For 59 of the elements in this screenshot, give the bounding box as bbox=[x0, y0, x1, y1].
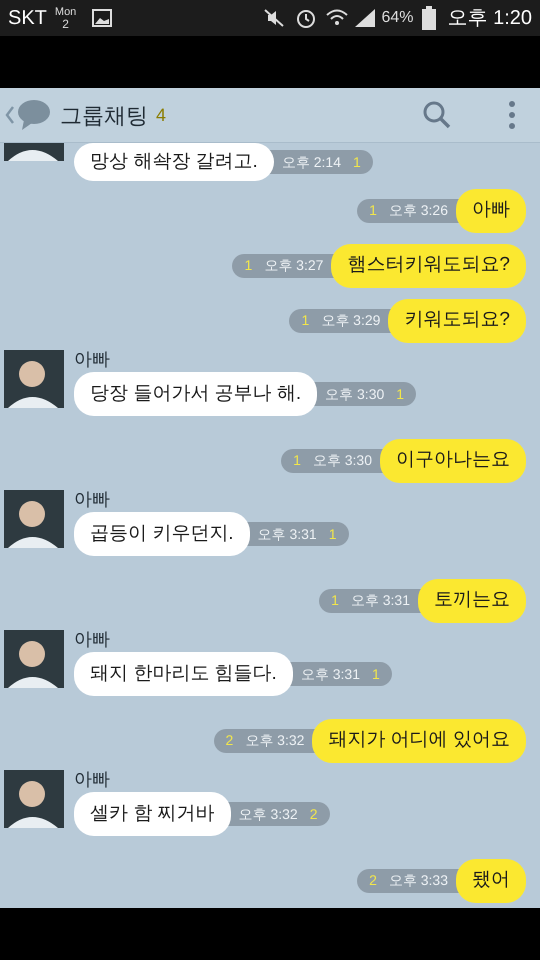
menu-icon[interactable] bbox=[508, 100, 516, 130]
signal-icon bbox=[353, 7, 378, 29]
message-bubble: 이구아나는요 bbox=[380, 438, 526, 482]
message-time: 오후 3:31 bbox=[300, 664, 360, 684]
message-time: 오후 3:32 bbox=[238, 804, 298, 824]
message-time: 오후 3:31 bbox=[350, 591, 410, 610]
message-bubble: 돼지가 어디에 있어요 bbox=[312, 718, 526, 762]
unread-count: 1 bbox=[301, 311, 310, 330]
message-bubble: 돼지 한마리도 힘들다. bbox=[74, 652, 293, 696]
carrier-name: SKT bbox=[8, 6, 47, 31]
battery-icon bbox=[422, 6, 436, 30]
sender-name: 아빠 bbox=[74, 348, 111, 371]
unread-count: 2 bbox=[226, 731, 234, 750]
message-time: 오후 2:14 bbox=[282, 152, 341, 172]
alarm-icon bbox=[295, 7, 318, 29]
avatar-icon[interactable] bbox=[4, 143, 64, 161]
avatar-icon[interactable] bbox=[4, 490, 64, 548]
unread-count: 1 bbox=[293, 451, 301, 470]
unread-count: 1 bbox=[372, 664, 380, 684]
message-time: 오후 3:32 bbox=[245, 731, 304, 750]
date-label: 2 bbox=[62, 18, 69, 30]
unread-count: 1 bbox=[331, 591, 339, 610]
sender-name: 아빠 bbox=[74, 628, 111, 651]
message-time: 오후 3:26 bbox=[388, 201, 448, 220]
message-bubble: 햄스터키워도되요? bbox=[331, 244, 526, 288]
avatar-icon[interactable] bbox=[4, 350, 64, 408]
chat-bubble-icon bbox=[16, 98, 52, 132]
message-time: 오후 3:30 bbox=[312, 451, 372, 470]
message-time: 오후 3:31 bbox=[258, 524, 317, 544]
unread-count: 2 bbox=[369, 871, 377, 890]
message-time: 오후 3:30 bbox=[325, 384, 384, 404]
message-time: 오후 3:29 bbox=[321, 311, 380, 330]
sender-name: 아빠 bbox=[74, 768, 111, 791]
message-bubble: 아빠 bbox=[456, 188, 526, 232]
avatar-icon[interactable] bbox=[4, 630, 64, 688]
member-count: 4 bbox=[156, 104, 166, 126]
message-bubble: 키워도되요? bbox=[388, 298, 526, 342]
message-bubble: 됐어 bbox=[456, 858, 526, 902]
chat-title: 그룹채팅 bbox=[60, 102, 148, 130]
unread-count: 1 bbox=[328, 524, 336, 544]
message-bubble: 토끼는요 bbox=[418, 578, 526, 622]
unread-count: 1 bbox=[369, 201, 377, 220]
image-icon bbox=[92, 9, 112, 27]
message-bubble: 셀카 함 찌거바 bbox=[74, 792, 231, 836]
message-bubble: 곱등이 키우던지. bbox=[74, 512, 250, 556]
battery-percent: 64% bbox=[381, 8, 414, 28]
clock: 오후 1:20 bbox=[448, 6, 532, 31]
unread-count: 1 bbox=[244, 256, 252, 275]
message-bubble: 망상 해솩장 갈려고. bbox=[74, 143, 274, 181]
message-bubble: 당장 들어가서 공부나 해. bbox=[74, 372, 318, 416]
day-label: Mon bbox=[54, 6, 76, 18]
message-time: 오후 3:27 bbox=[264, 256, 324, 275]
unread-count: 2 bbox=[310, 804, 318, 824]
avatar-icon[interactable] bbox=[4, 770, 64, 828]
sender-name: 아빠 bbox=[74, 488, 111, 511]
message-time: 오후 3:33 bbox=[388, 871, 448, 890]
unread-count: 1 bbox=[396, 384, 404, 404]
unread-count: 1 bbox=[352, 152, 361, 172]
search-icon[interactable] bbox=[422, 100, 452, 130]
